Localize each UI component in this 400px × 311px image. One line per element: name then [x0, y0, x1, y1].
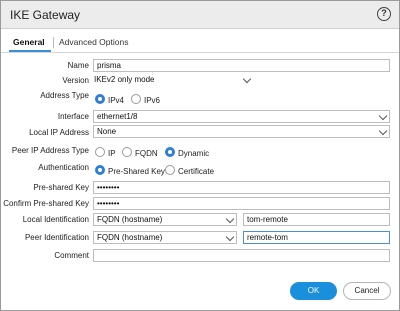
tab-divider [1, 52, 399, 53]
chevron-down-icon [225, 232, 235, 242]
local-id-type-value: FQDN (hostname) [97, 215, 163, 224]
peer-fqdn-radio[interactable] [122, 147, 132, 157]
peer-id-type-value: FQDN (hostname) [97, 233, 163, 242]
interface-label: Interface [57, 112, 89, 121]
ipv6-label: IPv6 [144, 96, 161, 105]
version-value: IKEv2 only mode [94, 75, 155, 84]
local-id-label: Local Identification [22, 215, 89, 224]
psk-label: Pre-shared Key [33, 183, 89, 192]
chevron-down-icon [378, 126, 388, 136]
ok-button[interactable]: OK [290, 282, 337, 300]
version-select[interactable]: IKEv2 only mode [93, 74, 390, 87]
chevron-down-icon [242, 74, 252, 84]
confirm-psk-input[interactable]: •••••••• [93, 197, 390, 210]
auth-psk-option-label: Pre-Shared Key [108, 167, 165, 176]
comment-label: Comment [54, 251, 89, 260]
peer-id-input[interactable]: remote-tom [243, 231, 390, 244]
peer-ip-option-label: IP [108, 149, 116, 158]
tab-advanced-options[interactable]: Advanced Options [59, 37, 128, 47]
name-input[interactable]: prisma [93, 59, 390, 72]
tab-separator [53, 37, 54, 48]
interface-select[interactable]: ethernet1/8 [93, 110, 390, 123]
dialog-titlebar: IKE Gateway ? [1, 1, 399, 29]
auth-certificate-radio[interactable] [165, 165, 175, 175]
peer-id-label: Peer Identification [24, 233, 89, 242]
psk-input[interactable]: •••••••• [93, 181, 390, 194]
confirm-psk-label: Confirm Pre-shared Key [3, 199, 89, 208]
peer-dynamic-option-label: Dynamic [178, 149, 210, 158]
local-id-input[interactable]: tom-remote [243, 213, 390, 226]
peer-dynamic-radio[interactable] [165, 147, 175, 157]
tab-general[interactable]: General [13, 37, 45, 47]
dialog-title: IKE Gateway [10, 8, 81, 22]
peer-ip-radio[interactable] [95, 147, 105, 157]
local-id-type-select[interactable]: FQDN (hostname) [93, 213, 237, 226]
authentication-label: Authentication [38, 163, 89, 172]
chevron-down-icon [378, 111, 388, 121]
comment-input[interactable] [93, 249, 390, 262]
chevron-down-icon [225, 214, 235, 224]
ike-gateway-dialog: IKE Gateway ? General Advanced Options N… [0, 0, 400, 311]
ipv4-label: IPv4 [108, 96, 125, 105]
cancel-button[interactable]: Cancel [343, 282, 391, 300]
peer-ip-type-label: Peer IP Address Type [11, 146, 89, 155]
name-label: Name [67, 61, 89, 70]
local-ip-value: None [97, 127, 117, 136]
version-label: Version [62, 76, 89, 85]
interface-value: ethernet1/8 [97, 112, 138, 121]
address-type-label: Address Type [40, 91, 89, 100]
peer-id-type-select[interactable]: FQDN (hostname) [93, 231, 237, 244]
auth-psk-radio[interactable] [95, 165, 105, 175]
local-ip-select[interactable]: None [93, 125, 390, 138]
peer-fqdn-option-label: FQDN [135, 149, 158, 158]
address-type-ipv4-radio[interactable] [95, 94, 105, 104]
help-icon[interactable]: ? [377, 7, 391, 21]
local-ip-label: Local IP Address [29, 128, 89, 137]
auth-certificate-option-label: Certificate [178, 167, 215, 176]
address-type-ipv6-radio[interactable] [131, 94, 141, 104]
